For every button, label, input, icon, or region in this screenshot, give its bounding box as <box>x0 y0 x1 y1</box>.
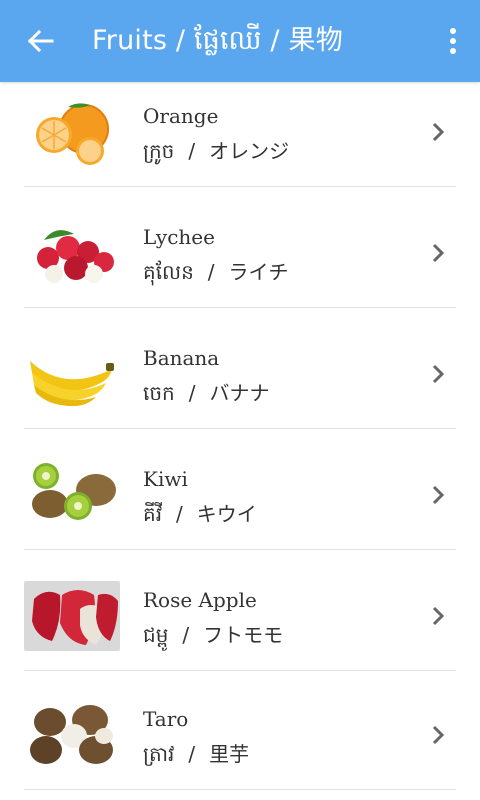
divider <box>24 789 456 790</box>
lychee-image <box>24 218 120 288</box>
item-khmer: ចេក <box>143 381 175 405</box>
arrow-left-icon <box>27 29 54 53</box>
kiwi-image <box>24 460 120 530</box>
list-item-banana[interactable]: Banana ចេក / バナナ <box>0 332 480 452</box>
item-japanese: オレンジ <box>209 139 290 163</box>
list-item-kiwi[interactable]: Kiwi គីវី / キウイ <box>0 453 480 573</box>
item-khmer: ជម្ពូ <box>143 623 169 647</box>
item-khmer: ក្រូច <box>143 139 175 163</box>
list-item-orange[interactable]: Orange ក្រូច / オレンジ <box>0 90 480 210</box>
list-item-rose-apple[interactable]: Rose Apple ជម្ពូ / フトモモ <box>0 574 480 694</box>
item-name: Banana <box>143 346 220 370</box>
back-button[interactable] <box>20 26 60 56</box>
item-name: Lychee <box>143 225 215 249</box>
taro-image <box>24 700 120 770</box>
item-japanese: 里芋 <box>209 742 250 766</box>
rose-apple-image <box>24 581 120 651</box>
item-translations: គីវី / キウイ <box>143 498 257 531</box>
divider <box>24 186 456 187</box>
divider <box>24 670 456 671</box>
item-japanese: バナナ <box>209 381 270 405</box>
item-japanese: キウイ <box>196 502 257 526</box>
orange-image <box>24 97 120 167</box>
separator: / <box>188 139 196 163</box>
page-title: Fruits / ផ្លែឈើ / 果物 <box>92 25 343 56</box>
separator: / <box>176 502 183 526</box>
chevron-right-icon <box>428 239 448 267</box>
chevron-right-icon <box>428 360 448 388</box>
chevron-right-icon <box>428 721 448 749</box>
chevron-right-icon <box>428 118 448 146</box>
item-name: Kiwi <box>143 467 188 491</box>
separator: / <box>207 260 215 284</box>
divider <box>24 549 456 550</box>
list-item-lychee[interactable]: Lychee គុលែន / ライチ <box>0 211 480 331</box>
item-name: Rose Apple <box>143 588 257 612</box>
item-translations: ត្រាវ / 里芋 <box>143 738 249 771</box>
divider <box>24 307 456 308</box>
item-translations: គុលែន / ライチ <box>143 256 289 289</box>
more-options-button[interactable] <box>438 24 468 58</box>
item-translations: ជម្ពូ / フトモモ <box>143 619 283 652</box>
more-vert-icon <box>450 28 456 54</box>
list-item-taro[interactable]: Taro ត្រាវ / 里芋 <box>0 693 480 800</box>
item-khmer: គីវី <box>143 502 163 526</box>
separator: / <box>188 381 196 405</box>
item-name: Orange <box>143 104 219 128</box>
item-translations: ក្រូច / オレンジ <box>143 135 289 168</box>
separator: / <box>188 742 196 766</box>
item-japanese: ライチ <box>228 260 289 284</box>
item-khmer: ត្រាវ <box>143 742 175 766</box>
app-bar: Fruits / ផ្លែឈើ / 果物 <box>0 0 480 82</box>
chevron-right-icon <box>428 481 448 509</box>
item-name: Taro <box>143 707 189 731</box>
item-translations: ចេក / バナナ <box>143 377 270 410</box>
banana-image <box>24 339 120 409</box>
chevron-right-icon <box>428 602 448 630</box>
separator: / <box>182 623 190 647</box>
item-japanese: フトモモ <box>203 623 284 647</box>
divider <box>24 428 456 429</box>
fruit-list: Orange ក្រូច / オレンジ Lychee គុលែន / ライチ B… <box>0 82 480 800</box>
item-khmer: គុលែន <box>143 260 194 284</box>
